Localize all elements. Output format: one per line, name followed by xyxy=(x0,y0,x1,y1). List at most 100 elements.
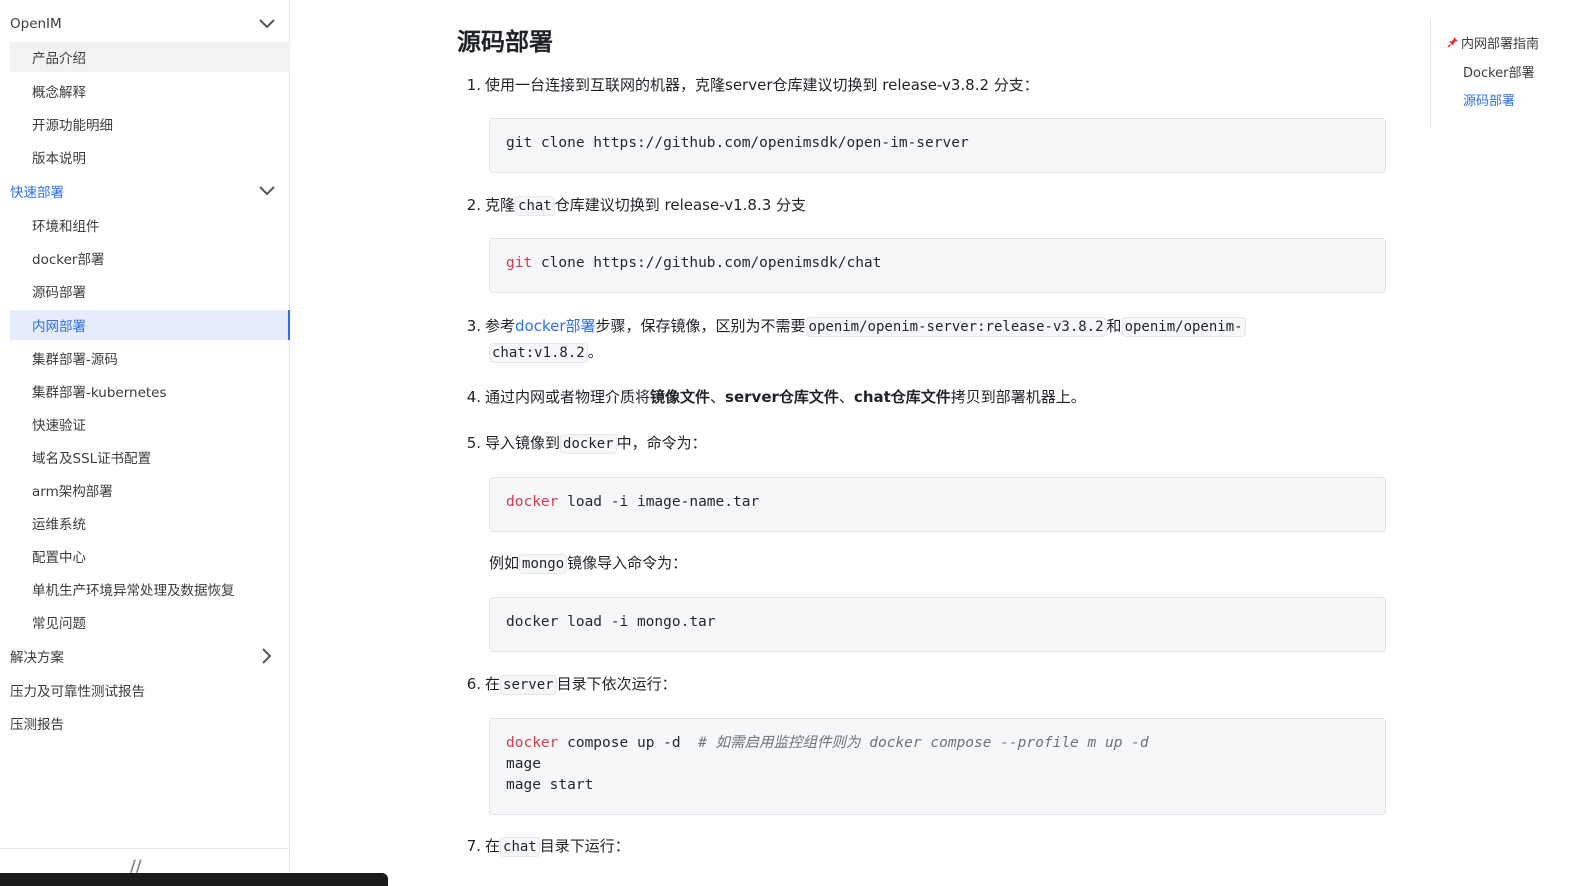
sidebar-item-label: 集群部署-kubernetes xyxy=(32,385,167,401)
step-1: 1. 使用一台连接到互联网的机器，克隆server仓库建议切换到 release-… xyxy=(457,72,1357,98)
step-number: 2. xyxy=(466,196,481,214)
sidebar-item-label: docker部署 xyxy=(32,252,105,268)
sidebar-item-product-intro[interactable]: 产品介绍 xyxy=(10,42,290,72)
sidebar-item-label: 集群部署-源码 xyxy=(32,352,118,368)
step-text: 镜像导入命令为： xyxy=(567,554,688,572)
code-block-git-clone-chat[interactable]: git clone https://github.com/openimsdk/c… xyxy=(489,238,1386,293)
sidebar-item-faq[interactable]: 常见问题 xyxy=(10,607,290,637)
inline-code: openim/openim- xyxy=(1121,317,1246,337)
toc-item-docker-deploy[interactable]: Docker部署 xyxy=(1463,62,1535,81)
toc-item-label: Docker部署 xyxy=(1463,66,1535,81)
toc-item-intranet-guide[interactable]: 内网部署指南 xyxy=(1447,33,1539,52)
code-keyword: docker xyxy=(506,494,559,510)
sidebar-item-solutions[interactable]: 解决方案 xyxy=(0,641,290,671)
step-7: 7. 在 chat 目录下运行： xyxy=(457,833,1357,860)
sidebar-item-label: 快速部署 xyxy=(10,185,64,201)
docker-deploy-link[interactable]: docker部署 xyxy=(515,317,596,335)
step-number: 3. xyxy=(466,317,481,335)
sidebar-item-env-components[interactable]: 环境和组件 xyxy=(10,210,290,240)
sidebar-item-data-recovery[interactable]: 单机生产环境异常处理及数据恢复 xyxy=(10,574,290,604)
bold-text: 镜像文件 xyxy=(650,388,711,406)
step-3: 3. 参考docker部署步骤，保存镜像，区别为不需要 openim/openim-… xyxy=(457,313,1287,340)
step-text: 步骤，保存镜像，区别为不需要 xyxy=(595,317,806,335)
sidebar-item-intranet-deploy[interactable]: 内网部署 xyxy=(10,310,290,340)
sidebar-item-quick-verify[interactable]: 快速验证 xyxy=(10,409,290,439)
chevron-down-icon[interactable] xyxy=(258,182,276,200)
step-text: 通过内网或者物理介质将 xyxy=(485,388,651,406)
sidebar-item-cluster-source[interactable]: 集群部署-源码 xyxy=(10,343,290,373)
code-keyword: git xyxy=(506,255,533,271)
sidebar-item-label: 配置中心 xyxy=(32,550,86,566)
inline-code: chat xyxy=(515,196,555,216)
sidebar-item-stress-reliability[interactable]: 压力及可靠性测试报告 xyxy=(0,675,290,705)
step-text: 使用一台连接到互联网的机器，克隆server仓库建议切换到 release-v3… xyxy=(485,76,1039,94)
step-text: 目录下运行： xyxy=(539,837,630,855)
code-rest: load -i image-name.tar xyxy=(558,494,760,510)
step-number: 4. xyxy=(466,388,481,406)
step-text: 中，命令为： xyxy=(616,434,707,452)
step-text: 目录下依次运行： xyxy=(556,675,677,693)
step-4: 4. 通过内网或者物理介质将镜像文件、server仓库文件、chat仓库文件拷贝到… xyxy=(457,384,1357,410)
code-rest: clone https://github.com/openimsdk/chat xyxy=(532,255,882,271)
sidebar-item-label: 产品介绍 xyxy=(32,51,86,67)
sidebar-item-domain-ssl[interactable]: 域名及SSL证书配置 xyxy=(10,442,290,472)
step-text: 克隆 xyxy=(485,196,516,214)
sidebar-item-source-deploy[interactable]: 源码部署 xyxy=(10,276,290,306)
code-block-docker-load[interactable]: docker load -i image-name.tar xyxy=(489,477,1386,532)
sidebar-item-label: 常见问题 xyxy=(32,616,86,632)
sidebar-nav: OpenIM 产品介绍 概念解释 开源功能明细 版本说明 快速部署 环境和组件 … xyxy=(0,0,290,886)
sidebar-item-label: 域名及SSL证书配置 xyxy=(32,451,152,467)
step-text: 和 xyxy=(1106,317,1122,335)
inline-code: openim/openim-server:release-v3.8.2 xyxy=(805,317,1107,337)
sidebar-item-open-source-features[interactable]: 开源功能明细 xyxy=(10,109,290,139)
code-comment: # 如需启用监控组件则为 docker compose --profile m … xyxy=(698,735,1149,751)
step-text: 在 xyxy=(485,837,501,855)
inline-code: server xyxy=(500,675,557,695)
sidebar-item-quick-deploy[interactable]: 快速部署 xyxy=(0,176,290,206)
inline-code: chat xyxy=(500,837,540,857)
toc-item-source-deploy[interactable]: 源码部署 xyxy=(1463,90,1515,109)
pin-icon xyxy=(1447,36,1461,52)
sidebar-item-label: 运维系统 xyxy=(32,517,86,533)
sidebar-item-concepts[interactable]: 概念解释 xyxy=(10,76,290,106)
table-of-contents: 内网部署指南 Docker部署 源码部署 xyxy=(1430,18,1591,128)
sidebar-item-ops-system[interactable]: 运维系统 xyxy=(10,508,290,538)
sidebar-item-label: 版本说明 xyxy=(32,151,86,167)
code-block-docker-load-mongo[interactable]: docker load -i mongo.tar xyxy=(489,597,1386,652)
sidebar-item-label: 环境和组件 xyxy=(32,219,100,235)
page-title: 源码部署 xyxy=(457,28,553,56)
step-text: 参考 xyxy=(485,317,516,335)
bold-text: chat仓库文件 xyxy=(853,388,951,406)
code-block-compose-up[interactable]: docker compose up -d # 如需启用监控组件则为 docker… xyxy=(489,718,1386,815)
step-text: 、 xyxy=(838,388,854,406)
step-text: 拷贝到部署机器上。 xyxy=(950,388,1086,406)
chevron-right-icon[interactable] xyxy=(258,647,276,665)
sidebar-item-version-notes[interactable]: 版本说明 xyxy=(10,142,290,172)
step-text: 仓库建议切换到 release-v1.8.3 分支 xyxy=(554,196,807,214)
step-5: 5. 导入镜像到 docker 中，命令为： xyxy=(457,430,1357,457)
code-keyword: docker xyxy=(506,735,559,751)
chevron-down-icon[interactable] xyxy=(258,15,276,33)
sidebar-item-label: 源码部署 xyxy=(32,285,86,301)
sidebar-item-arm-deploy[interactable]: arm架构部署 xyxy=(10,475,290,505)
code-block-git-clone-server[interactable]: git clone https://github.com/openimsdk/o… xyxy=(489,118,1386,173)
sidebar-item-label: 开源功能明细 xyxy=(32,118,113,134)
code-line: mage xyxy=(506,756,541,772)
sidebar-item-label: 压测报告 xyxy=(10,717,64,733)
sidebar-item-label: 压力及可靠性测试报告 xyxy=(10,684,145,700)
sidebar-item-cluster-kubernetes[interactable]: 集群部署-kubernetes xyxy=(10,376,290,406)
step-number: 6. xyxy=(466,675,481,693)
toc-item-label: 源码部署 xyxy=(1463,94,1516,109)
code-rest: compose up -d xyxy=(558,735,699,751)
sidebar-item-config-center[interactable]: 配置中心 xyxy=(10,541,290,571)
sidebar-item-stress-report[interactable]: 压测报告 xyxy=(0,708,290,738)
sidebar-footer-divider xyxy=(0,848,290,849)
step-text: 在 xyxy=(485,675,501,693)
inline-code: mongo xyxy=(519,554,568,574)
sidebar-item-docker-deploy[interactable]: docker部署 xyxy=(10,243,290,273)
sidebar-item-label: 快速验证 xyxy=(32,418,86,434)
sidebar-item-openim[interactable]: OpenIM xyxy=(0,9,290,39)
inline-code: chat:v1.8.2 xyxy=(489,343,588,363)
doc-content: 源码部署 1. 使用一台连接到互联网的机器，克隆server仓库建议切换到 rel… xyxy=(290,0,1430,886)
step-number: 7. xyxy=(466,837,481,855)
